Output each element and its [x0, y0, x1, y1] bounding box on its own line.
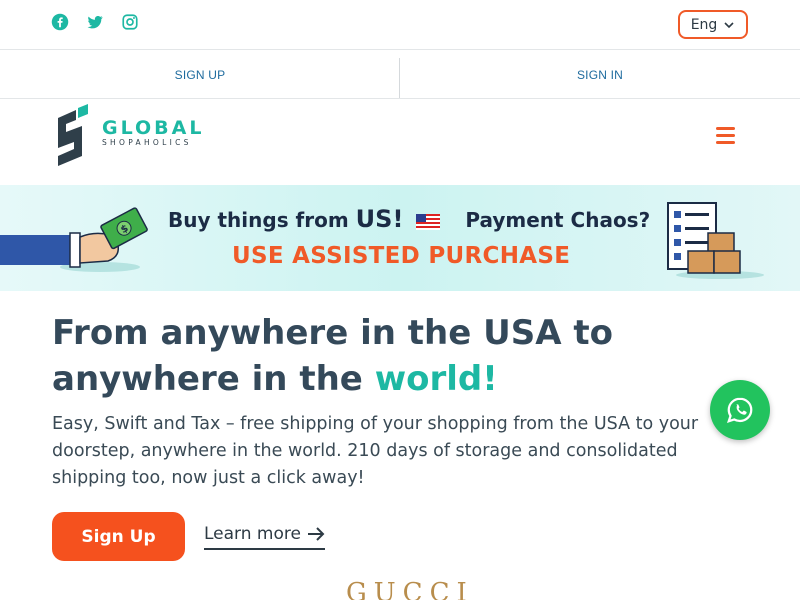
checklist-boxes-icon [667, 202, 764, 279]
signup-button[interactable]: Sign Up [52, 512, 185, 561]
whatsapp-icon [726, 397, 753, 424]
logo-tagline: SHOPAHOLICS [102, 138, 192, 147]
banner-text-1: Buy things from [168, 208, 349, 232]
hero-heading-highlight: world! [374, 359, 498, 399]
hero-description: Easy, Swift and Tax – free shipping of y… [52, 414, 699, 488]
twitter-icon[interactable] [86, 13, 104, 31]
banner-cta-text: USE ASSISTED PURCHASE [232, 243, 571, 269]
top-bar: Eng [0, 0, 800, 50]
signin-link[interactable]: SIGN IN [400, 50, 800, 99]
logo[interactable]: GLOBAL SHOPAHOLICS [102, 118, 204, 147]
auth-bar: SIGN UP SIGN IN [0, 50, 800, 99]
signup-link[interactable]: SIGN UP [0, 50, 400, 99]
arrow-right-icon [307, 527, 325, 541]
learn-more-label: Learn more [204, 524, 301, 544]
banner-headline: Buy things from US! Payment Chaos? [168, 205, 650, 233]
banner-text-us: US! [355, 205, 404, 233]
gucci-logo: GUCCI [346, 578, 474, 600]
hero-heading-text: From anywhere in the USA to anywhere in … [52, 313, 613, 399]
promo-banner[interactable]: $ Buy things from US! Payment Chaos? USE… [0, 185, 800, 291]
facebook-icon[interactable] [51, 13, 69, 31]
hero-heading: From anywhere in the USA to anywhere in … [52, 310, 752, 402]
us-flag-icon [416, 213, 441, 230]
logo-mark-icon[interactable] [54, 104, 90, 172]
hamburger-menu-icon[interactable] [716, 127, 736, 145]
language-label: Eng [690, 16, 718, 33]
chevron-down-icon [724, 21, 734, 28]
banner-text-2: Payment Chaos? [465, 208, 651, 232]
whatsapp-chat-button[interactable] [710, 380, 770, 440]
instagram-icon[interactable] [121, 13, 139, 31]
hand-with-money-icon: $ [0, 207, 148, 272]
learn-more-link[interactable]: Learn more [204, 522, 325, 550]
language-selector[interactable]: Eng [678, 10, 748, 39]
logo-title: GLOBAL [102, 117, 205, 139]
